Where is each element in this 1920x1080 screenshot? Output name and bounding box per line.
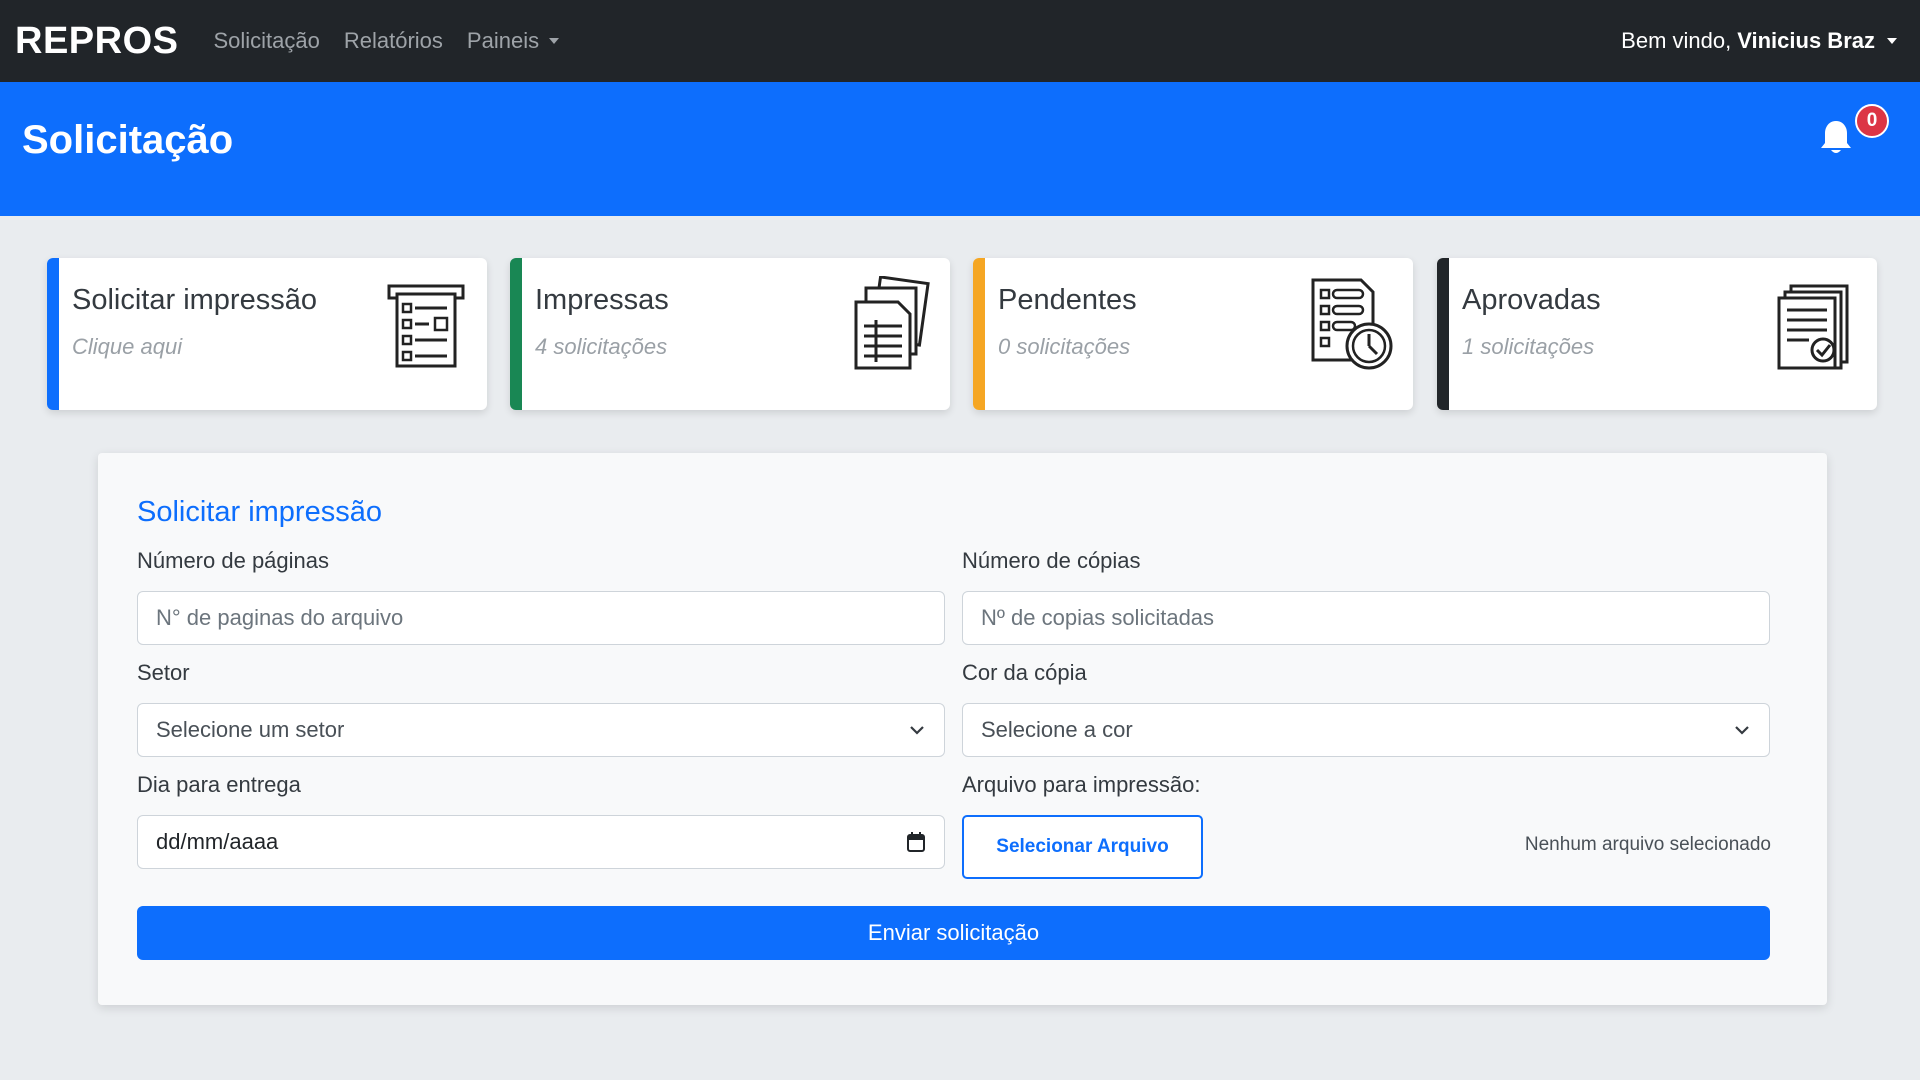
card-accent — [1437, 258, 1449, 410]
user-name: Vinicius Braz — [1737, 28, 1875, 53]
card-accent — [973, 258, 985, 410]
documents-icon — [854, 276, 930, 370]
card-subtitle: 1 solicitações — [1462, 334, 1595, 359]
brand-logo[interactable]: REPROS — [15, 20, 178, 63]
welcome-text: Bem vindo, — [1621, 28, 1732, 53]
card-accent — [510, 258, 522, 410]
card-title: Impressas — [535, 284, 669, 316]
copies-input[interactable]: Nº de copias solicitadas — [962, 591, 1770, 645]
nav-link-relatorios[interactable]: Relatórios — [344, 28, 443, 54]
date-value: dd/mm/aaaa — [156, 829, 279, 854]
copies-placeholder: Nº de copias solicitadas — [981, 605, 1215, 630]
user-menu-dropdown[interactable]: Bem vindo, Vinicius Braz — [1621, 28, 1897, 54]
card-impressas[interactable]: Impressas 4 solicitações — [510, 258, 950, 410]
file-label: Arquivo para impressão: — [962, 772, 1201, 797]
checklist-clock-icon — [1311, 278, 1393, 370]
bell-icon — [1821, 121, 1851, 153]
pages-label: Número de páginas — [137, 548, 330, 573]
pages-input[interactable]: N° de paginas do arquivo — [137, 591, 945, 645]
color-label: Cor da cópia — [962, 660, 1087, 685]
caret-down-icon — [1887, 38, 1897, 44]
copies-label: Número de cópias — [962, 548, 1141, 573]
chevron-down-icon — [1735, 726, 1749, 735]
page-header: Solicitação — [0, 82, 1920, 216]
page-title: Solicitação — [22, 118, 234, 162]
sector-label: Setor — [137, 660, 190, 685]
card-title: Pendentes — [998, 284, 1137, 316]
nav-link-solicitacao[interactable]: Solicitação — [213, 28, 319, 54]
color-selected-value: Selecione a cor — [981, 717, 1133, 742]
date-label: Dia para entrega — [137, 772, 301, 797]
card-solicitar-impressao[interactable]: Solicitar impressão Clique aqui — [47, 258, 487, 410]
pages-placeholder: N° de paginas do arquivo — [156, 605, 404, 630]
select-file-button[interactable]: Selecionar Arquivo — [962, 815, 1203, 879]
form-list-icon — [387, 284, 465, 368]
calendar-icon[interactable] — [906, 831, 926, 853]
card-title: Solicitar impressão — [72, 284, 317, 316]
color-select[interactable]: Selecione a cor — [962, 703, 1770, 757]
nav-link-paineis-label: Paineis — [466, 28, 540, 53]
nav-dropdown-paineis[interactable]: Paineis — [466, 28, 560, 54]
form-title: Solicitar impressão — [137, 496, 382, 528]
caret-down-icon — [549, 38, 560, 44]
sector-selected-value: Selecione um setor — [156, 717, 345, 742]
notifications-button[interactable] — [1818, 118, 1858, 158]
card-subtitle: 4 solicitações — [535, 334, 668, 359]
chevron-down-icon — [910, 726, 924, 735]
notification-count-badge: 0 — [1855, 104, 1889, 138]
file-status-text: Nenhum arquivo selecionado — [1524, 834, 1771, 855]
top-navbar: REPROS Solicitação Relatórios Paineis Be… — [0, 0, 1920, 82]
document-approved-icon — [1777, 284, 1849, 370]
card-accent — [47, 258, 59, 410]
request-form-panel: Solicitar impressão Número de páginas N°… — [98, 453, 1827, 1005]
card-pendentes[interactable]: Pendentes 0 solicitações — [973, 258, 1413, 410]
submit-request-button[interactable]: Enviar solicitação — [137, 906, 1770, 960]
card-aprovadas[interactable]: Aprovadas 1 solicitações — [1437, 258, 1877, 410]
sector-select[interactable]: Selecione um setor — [137, 703, 945, 757]
card-subtitle: Clique aqui — [72, 334, 183, 359]
card-title: Aprovadas — [1462, 284, 1601, 316]
card-subtitle: 0 solicitações — [998, 334, 1131, 359]
delivery-date-input[interactable]: dd/mm/aaaa — [137, 815, 945, 869]
